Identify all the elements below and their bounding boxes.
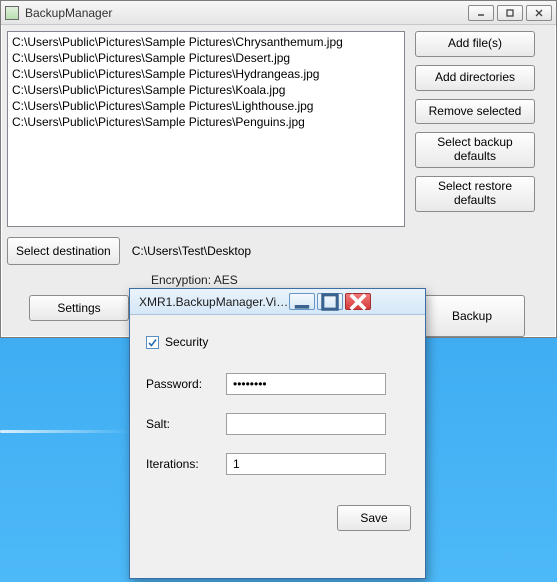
main-title: BackupManager: [25, 6, 468, 20]
file-item[interactable]: C:\Users\Public\Pictures\Sample Pictures…: [12, 114, 400, 130]
file-item[interactable]: C:\Users\Public\Pictures\Sample Pictures…: [12, 98, 400, 114]
backup-button[interactable]: Backup: [419, 295, 525, 337]
dialog-titlebar: XMR1.BackupManager.View...: [130, 289, 425, 315]
file-item[interactable]: C:\Users\Public\Pictures\Sample Pictures…: [12, 82, 400, 98]
iterations-input[interactable]: [226, 453, 386, 475]
maximize-button[interactable]: [497, 5, 523, 21]
salt-label: Salt:: [146, 417, 226, 431]
select-destination-button[interactable]: Select destination: [7, 237, 120, 265]
file-item[interactable]: C:\Users\Public\Pictures\Sample Pictures…: [12, 34, 400, 50]
password-input[interactable]: [226, 373, 386, 395]
select-backup-defaults-button[interactable]: Select backup defaults: [415, 132, 535, 168]
save-button[interactable]: Save: [337, 505, 411, 531]
main-titlebar: BackupManager: [1, 1, 556, 25]
minimize-button[interactable]: [468, 5, 494, 21]
desktop-highlight: [0, 430, 130, 433]
dialog-minimize-button[interactable]: [289, 293, 315, 310]
add-files-button[interactable]: Add file(s): [415, 31, 535, 57]
password-label: Password:: [146, 377, 226, 391]
security-dialog: XMR1.BackupManager.View... Security Pass…: [129, 288, 426, 579]
close-button[interactable]: [526, 5, 552, 21]
select-restore-defaults-button[interactable]: Select restore defaults: [415, 176, 535, 212]
security-checkbox[interactable]: [146, 336, 159, 349]
encryption-label: Encryption: AES: [1, 265, 556, 287]
settings-button[interactable]: Settings: [29, 295, 129, 321]
file-list[interactable]: C:\Users\Public\Pictures\Sample Pictures…: [7, 31, 405, 227]
iterations-label: Iterations:: [146, 457, 226, 471]
add-directories-button[interactable]: Add directories: [415, 65, 535, 91]
dialog-maximize-button[interactable]: [317, 293, 343, 310]
dialog-title: XMR1.BackupManager.View...: [139, 295, 289, 309]
destination-path: C:\Users\Test\Desktop: [132, 244, 251, 258]
file-item[interactable]: C:\Users\Public\Pictures\Sample Pictures…: [12, 66, 400, 82]
security-checkbox-label: Security: [165, 335, 208, 349]
file-item[interactable]: C:\Users\Public\Pictures\Sample Pictures…: [12, 50, 400, 66]
remove-selected-button[interactable]: Remove selected: [415, 99, 535, 125]
dialog-close-button[interactable]: [345, 293, 371, 310]
app-icon: [5, 6, 19, 20]
salt-input[interactable]: [226, 413, 386, 435]
